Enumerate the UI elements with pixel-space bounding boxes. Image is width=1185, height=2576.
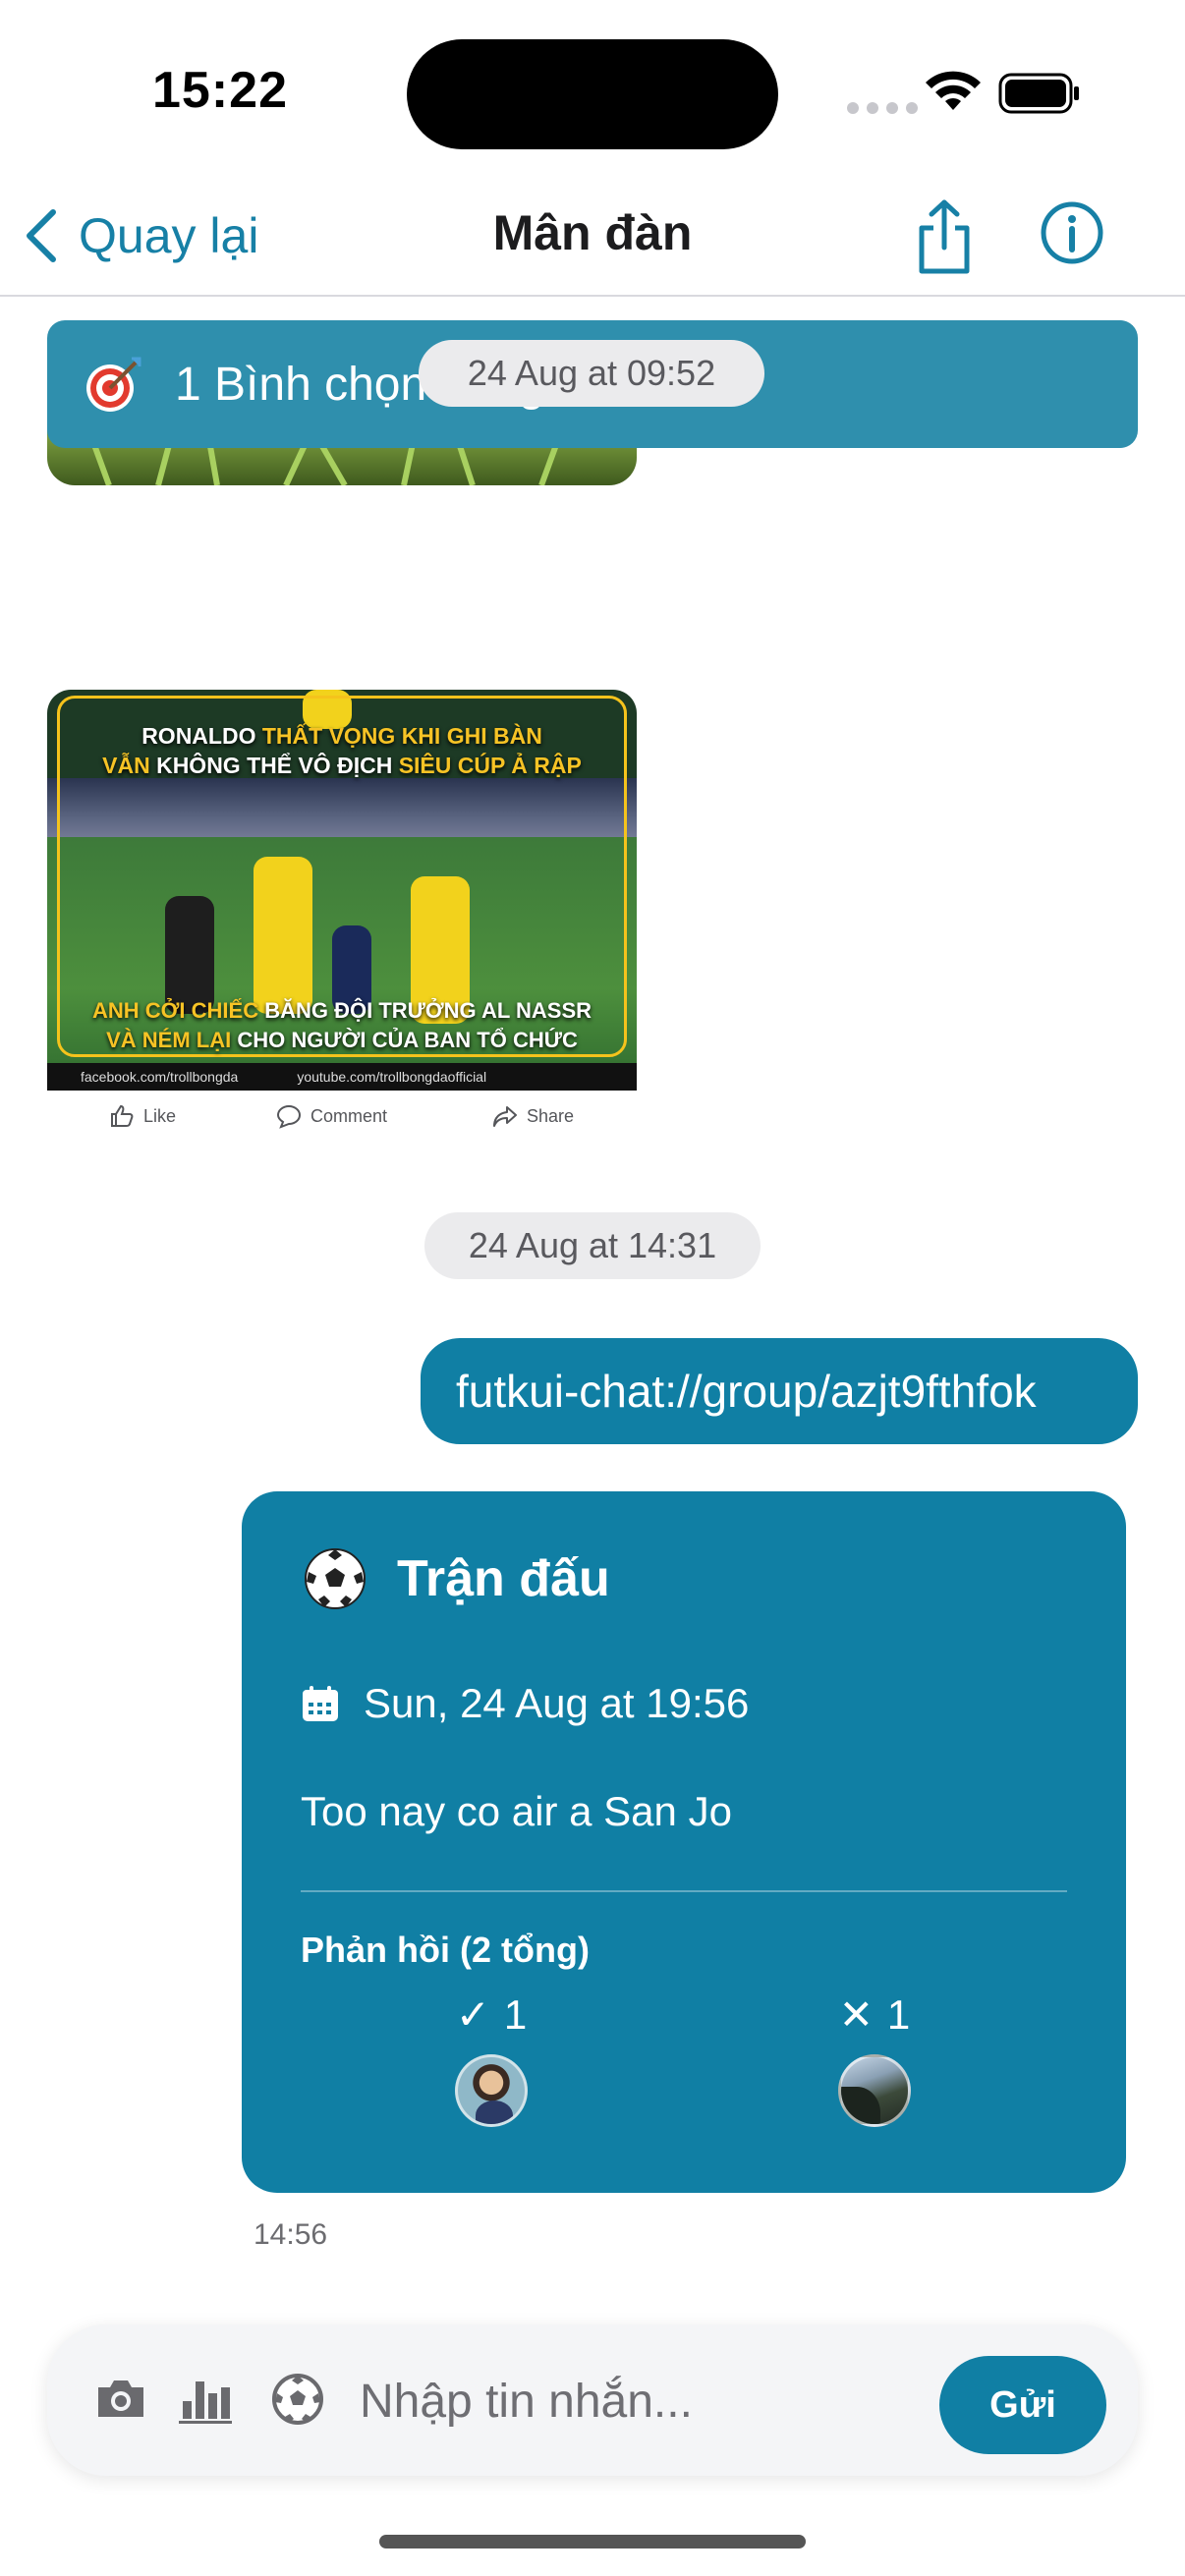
- close-icon: ✕: [838, 1991, 874, 2038]
- link-message[interactable]: futkui-chat://group/azjt9fthfok: [421, 1338, 1138, 1444]
- message-composer: Gửi: [47, 2324, 1138, 2476]
- meme-footer: facebook.com/trollbongda youtube.com/tro…: [47, 1063, 637, 1091]
- chevron-left-icon: [27, 209, 56, 262]
- like-label: Like: [143, 1105, 177, 1126]
- social-actions: Like Comment Share: [47, 1091, 637, 1146]
- share-label: Share: [527, 1105, 575, 1126]
- bar-chart-icon[interactable]: [177, 2372, 234, 2427]
- avatar[interactable]: [838, 2054, 911, 2127]
- responses-label: Phản hồi (2 tổng): [301, 1930, 590, 1970]
- soccer-ball-icon: [305, 1548, 366, 1609]
- image-message[interactable]: RONALDO THẤT VỌNG KHI GHI BÀN VẪN KHÔNG …: [47, 690, 637, 1091]
- no-count: 1: [886, 1990, 911, 2038]
- camera-icon[interactable]: [92, 2372, 149, 2427]
- dynamic-island: [407, 39, 778, 149]
- wifi-icon: [926, 71, 981, 110]
- chat-area[interactable]: 1 Bình chọn đang chờ 24 Aug at 09:52 RON…: [0, 297, 1185, 2301]
- response-yes[interactable]: ✓ 1: [393, 1990, 590, 2127]
- share-action[interactable]: Share: [491, 1102, 574, 1130]
- thumbs-up-icon: [111, 1104, 134, 1127]
- info-icon[interactable]: [1040, 200, 1104, 265]
- share-arrow-icon: [493, 1106, 517, 1127]
- share-icon[interactable]: [910, 198, 979, 277]
- divider: [301, 1890, 1067, 1892]
- send-button[interactable]: Gửi: [939, 2356, 1106, 2454]
- match-note: Too nay co air a San Jo: [301, 1788, 732, 1834]
- avatar[interactable]: [455, 2054, 528, 2127]
- date-separator: 24 Aug at 14:31: [424, 1212, 761, 1279]
- message-timestamp: 14:56: [254, 2218, 328, 2251]
- target-icon: [86, 357, 141, 412]
- match-card[interactable]: Trận đấu Sun, 24 Aug at 19:56 Too nay co…: [242, 1491, 1126, 2193]
- link-text[interactable]: futkui-chat://group/azjt9fthfok: [456, 1365, 1037, 1418]
- calendar-icon: [303, 1686, 338, 1721]
- date-separator-label: 24 Aug at 09:52: [467, 353, 716, 393]
- signal-icon: [847, 102, 918, 114]
- status-bar: 15:22: [0, 0, 1185, 177]
- yes-count: 1: [503, 1990, 528, 2038]
- meme-bottom-caption: ANH CỞI CHIẾC BĂNG ĐỘI TRƯỞNG AL NASSR V…: [91, 998, 592, 1052]
- comment-icon: [276, 1104, 302, 1129]
- message-input[interactable]: [360, 2370, 949, 2433]
- battery-icon: [998, 73, 1079, 114]
- comment-label: Comment: [310, 1105, 388, 1126]
- match-title: Trận đấu: [397, 1550, 610, 1607]
- date-separator: 24 Aug at 09:52: [419, 340, 764, 407]
- response-no[interactable]: ✕ 1: [776, 1990, 973, 2127]
- meme-footer-facebook: facebook.com/trollbongda: [81, 1069, 239, 1085]
- like-action[interactable]: Like: [108, 1102, 176, 1130]
- check-icon: ✓: [455, 1991, 490, 2038]
- status-time: 15:22: [152, 62, 288, 119]
- meme-footer-youtube: youtube.com/trollbongdaofficial: [297, 1069, 487, 1085]
- date-separator-label: 24 Aug at 14:31: [468, 1225, 717, 1265]
- comment-action[interactable]: Comment: [275, 1102, 387, 1130]
- back-label: Quay lại: [79, 208, 259, 263]
- home-indicator[interactable]: [379, 2535, 806, 2548]
- soccer-ball-icon[interactable]: [269, 2372, 326, 2427]
- match-datetime: Sun, 24 Aug at 19:56: [364, 1680, 750, 1726]
- meme-top-caption: RONALDO THẤT VỌNG KHI GHI BÀN VẪN KHÔNG …: [102, 723, 582, 778]
- back-button[interactable]: Quay lại: [22, 196, 258, 275]
- nav-bar: Quay lại Mân đàn: [0, 177, 1185, 297]
